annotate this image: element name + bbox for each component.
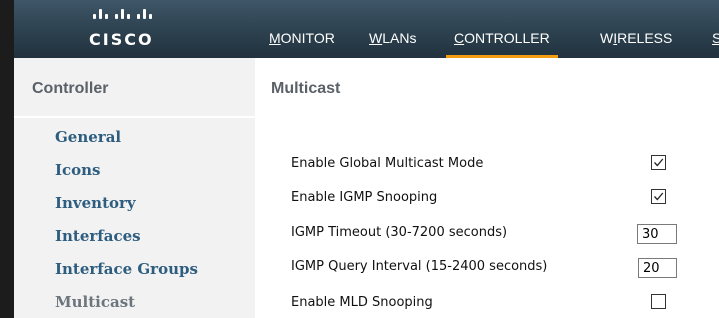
nav-wireless-pre: W (600, 30, 614, 46)
igmp-timeout-input[interactable] (637, 224, 677, 244)
sidebar-item-icons[interactable]: Icons (55, 161, 101, 179)
sidebar-item-interface-groups[interactable]: Interface Groups (55, 260, 198, 278)
checkmark-icon (654, 192, 664, 201)
sidebar-divider (14, 116, 255, 118)
nav-monitor-rest: ONITOR (280, 30, 335, 46)
top-header: CISCO MONITOR WLANs CONTROLLER WIRELESS … (14, 0, 719, 58)
sidebar-item-inventory[interactable]: Inventory (55, 194, 136, 212)
nav-wireless[interactable]: WIRELESS (600, 30, 672, 58)
nav-controller-accesskey: C (454, 30, 465, 46)
nav-controller[interactable]: CONTROLLER (446, 30, 558, 58)
global-multicast-mode-checkbox[interactable] (651, 155, 666, 170)
label-igmp-snooping: Enable IGMP Snooping (291, 190, 438, 205)
sidebar-item-multicast[interactable]: Multicast (55, 293, 135, 311)
igmp-snooping-checkbox[interactable] (651, 189, 666, 204)
nav-wlans-accesskey: W (369, 30, 383, 46)
checkmark-icon (654, 158, 664, 167)
nav-wlans[interactable]: WLANs (369, 30, 416, 58)
nav-security-accesskey: S (712, 30, 719, 46)
nav-monitor[interactable]: MONITOR (269, 30, 335, 58)
main-content: Multicast Enable Global Multicast Mode E… (255, 58, 719, 318)
cisco-logo[interactable]: CISCO (89, 6, 179, 50)
logo-text: CISCO (89, 30, 154, 49)
window-left-edge (0, 0, 14, 318)
sidebar-item-interfaces[interactable]: Interfaces (55, 227, 141, 245)
nav-monitor-accesskey: M (269, 30, 281, 46)
nav-security-cut[interactable]: S (712, 30, 719, 58)
label-igmp-query-interval: IGMP Query Interval (15-2400 seconds) (291, 259, 548, 274)
label-mld-snooping: Enable MLD Snooping (291, 295, 433, 310)
label-global-multicast-mode: Enable Global Multicast Mode (291, 156, 484, 171)
sidebar-title: Controller (32, 80, 109, 97)
nav-wireless-post: RELESS (617, 30, 673, 46)
page-title: Multicast (271, 80, 341, 97)
sidebar-item-general[interactable]: General (55, 128, 121, 146)
nav-controller-rest: ONTROLLER (464, 30, 550, 46)
nav-wlans-rest: LANs (382, 30, 417, 46)
mld-snooping-checkbox[interactable] (651, 294, 666, 309)
igmp-query-interval-input[interactable] (638, 258, 677, 278)
label-igmp-timeout: IGMP Timeout (30-7200 seconds) (291, 225, 508, 240)
sidebar: Controller General Icons Inventory Inter… (14, 58, 255, 318)
